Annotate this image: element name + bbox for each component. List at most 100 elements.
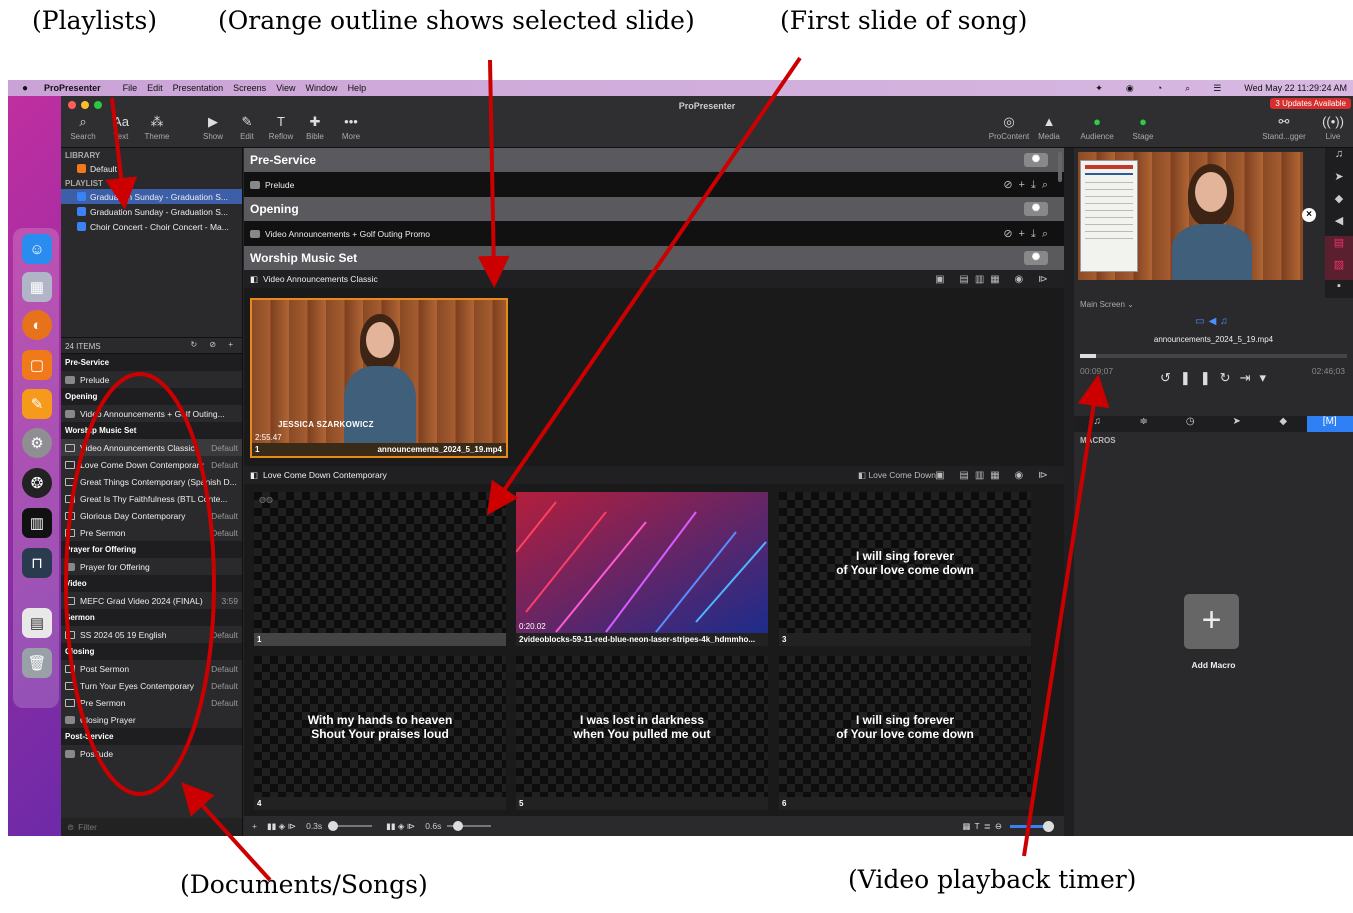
toolbar-text[interactable]: Aa Text [101, 114, 141, 141]
video-input-icon[interactable]: ▪ [1325, 280, 1353, 302]
menu-view[interactable]: View [276, 83, 295, 93]
slide-3[interactable]: I will sing forever of Your love come do… [779, 492, 1031, 646]
gear-icon[interactable]: ✺ [1024, 202, 1048, 216]
updates-badge[interactable]: 3 Updates Available [1270, 98, 1351, 109]
group-header-opening[interactable]: Opening ✺ [244, 197, 1064, 221]
finder-icon[interactable]: ☺ [22, 234, 52, 264]
launchpad-icon[interactable]: ▦ [22, 272, 52, 302]
transition-time-2[interactable]: 0.6s [425, 821, 441, 831]
toolbar-more[interactable]: ••• More [331, 114, 371, 141]
propresenter-dock-icon[interactable]: ▢ [22, 350, 52, 380]
slide-5[interactable]: I was lost in darkness when You pulled m… [516, 656, 768, 810]
row-actions-icon[interactable]: ⊘+⤓⌕ [1003, 178, 1054, 192]
transition-slider-2[interactable] [447, 821, 492, 831]
toolbar-procontent[interactable]: ◎ ProContent [987, 114, 1031, 141]
document-icon[interactable]: ▤ [22, 608, 52, 638]
add-icon[interactable]: + [252, 821, 257, 831]
slide-layer-icon[interactable]: ▤ [1325, 236, 1353, 258]
arrangement-label[interactable]: ◧ Love Come Down [858, 470, 936, 481]
toolbar-search[interactable]: ⌕ Search [63, 114, 103, 141]
transition-slider-1[interactable] [328, 821, 373, 831]
item-group-header[interactable]: Video [61, 575, 242, 592]
view-mode-icons[interactable]: ▦T≣⊖ [963, 821, 1006, 832]
item-group-header[interactable]: Sermon [61, 609, 242, 626]
trash-icon[interactable]: 🗑 [22, 648, 52, 678]
toolbar-live[interactable]: ((•)) Live [1313, 114, 1353, 141]
transport-controls[interactable]: ↺❚❚↻⇥▾ [1160, 370, 1275, 386]
playback-progress[interactable] [1080, 354, 1347, 358]
slide-2[interactable]: 0:20.02 2videoblocks-59-11-red-blue-neon… [516, 492, 768, 646]
playlist-item[interactable]: Choir Concert - Choir Concert - Ma... [61, 219, 242, 234]
vertical-scrollbar[interactable] [1058, 152, 1062, 182]
pages-icon[interactable]: ✎ [22, 389, 52, 419]
list-item[interactable]: Pre Sermon Default [61, 694, 242, 711]
item-group-header[interactable]: Pre-Service [61, 354, 242, 371]
filter-field[interactable]: ⊜ Filter [61, 818, 242, 836]
item-group-header[interactable]: Opening [61, 388, 242, 405]
item-group-header[interactable]: Closing [61, 643, 242, 660]
status-icon[interactable]: ◉ [1126, 83, 1134, 94]
presentation-actions-icon[interactable]: ▣ ▤▥▦ ◉ ⧐ [935, 274, 1054, 285]
network-icon[interactable]: ❂ [22, 468, 52, 498]
menu-presentation[interactable]: Presentation [173, 83, 224, 93]
list-item[interactable]: Video Announcements Classic Default [61, 439, 242, 456]
group-header-preservice[interactable]: Pre-Service ✺ [244, 148, 1064, 172]
menu-help[interactable]: Help [348, 83, 367, 93]
presentation-actions-icon[interactable]: ▣ ▤▥▦ ◉ ⧐ [935, 470, 1054, 481]
zoom-slider[interactable] [1010, 820, 1054, 832]
gear-icon[interactable]: ✺ [1024, 251, 1048, 265]
messages-icon[interactable]: ➤ [1325, 170, 1353, 192]
toolbar-media[interactable]: ▲ Media [1029, 114, 1069, 141]
tab-stage[interactable]: ≑ [1121, 416, 1168, 432]
menu-app-name[interactable]: ProPresenter [44, 83, 101, 93]
list-item[interactable]: Love Come Down Contemporary Default [61, 456, 242, 473]
list-item[interactable]: Turn Your Eyes Contemporary Default [61, 677, 242, 694]
screen-selector[interactable]: Main Screen ⌄ [1080, 300, 1134, 309]
item-group-header[interactable]: Prayer for Offering [61, 541, 242, 558]
transition-icon[interactable]: ▮▮ ◈ ⧐ [267, 821, 296, 832]
row-prelude[interactable]: Prelude ⊘+⤓⌕ [244, 172, 1064, 197]
menu-edit[interactable]: Edit [147, 83, 163, 93]
row-actions-icon[interactable]: ⊘+⤓⌕ [1003, 227, 1054, 241]
firefox-icon[interactable]: ◐ [22, 310, 52, 340]
list-item[interactable]: Prelude [61, 371, 242, 388]
wifi-icon[interactable]: ◔ [1157, 83, 1162, 93]
audio-icon[interactable]: ♫ [1325, 148, 1353, 170]
playlist-item[interactable]: Graduation Sunday - Graduation S... [61, 204, 242, 219]
slide-video-selected[interactable]: JESSICA SZARKOWICZ 2:55.47 1 announcemen… [250, 298, 508, 458]
list-item[interactable]: SS 2024 05 19 English Default [61, 626, 242, 643]
tab-timers[interactable]: ◷ [1167, 416, 1214, 432]
group-header-worship[interactable]: Worship Music Set ✺ [244, 246, 1064, 270]
list-item[interactable]: Prayer for Offering [61, 558, 242, 575]
menu-file[interactable]: File [123, 83, 138, 93]
list-item[interactable]: Glorious Day Contemporary Default [61, 507, 242, 524]
library-default[interactable]: Default [61, 161, 242, 176]
list-item[interactable]: Postlude [61, 745, 242, 762]
layers-icon[interactable]: ◆ [1325, 192, 1353, 214]
tab-messages[interactable]: ➤ [1214, 416, 1261, 432]
slide-6[interactable]: I will sing forever of Your love come do… [779, 656, 1031, 810]
row-video-announcements[interactable]: Video Announcements + Golf Outing Promo ⊘… [244, 221, 1064, 246]
clear-preview-button[interactable]: × [1302, 208, 1316, 222]
media-layer-icon[interactable]: ▨ [1325, 258, 1353, 280]
apple-icon[interactable]: ● [22, 83, 28, 94]
item-group-header[interactable]: Worship Music Set [61, 422, 242, 439]
announcements-icon[interactable]: ◀ [1325, 214, 1353, 236]
list-item[interactable]: Great Things Contemporary (Spanish D... [61, 473, 242, 490]
slide-1[interactable]: ◍◍ 1 [254, 492, 506, 646]
items-actions-icon[interactable]: ↻ ⊘ + [190, 340, 238, 349]
tab-macros[interactable]: [M] [1306, 416, 1353, 432]
list-item[interactable]: Pre Sermon Default [61, 524, 242, 541]
gear-icon[interactable]: ✺ [1024, 153, 1048, 167]
tab-props[interactable]: ◆ [1260, 416, 1307, 432]
list-item[interactable]: Closing Prayer [61, 711, 242, 728]
slide-4[interactable]: With my hands to heaven Shout Your prais… [254, 656, 506, 810]
list-item[interactable]: Video Announcements + Golf Outing... [61, 405, 242, 422]
transition-time-1[interactable]: 0.3s [306, 821, 322, 831]
toolbar-stand-logger[interactable]: ⚯ Stand...gger [1259, 114, 1309, 141]
media-type-icons[interactable]: ▭◀♫ [1074, 316, 1353, 327]
toolbar-audience[interactable]: ● Audience [1075, 114, 1119, 141]
list-item[interactable]: Post Sermon Default [61, 660, 242, 677]
list-item[interactable]: Great Is Thy Faithfulness (BTL Conte... [61, 490, 242, 507]
piano-icon[interactable]: ▥ [22, 508, 52, 538]
